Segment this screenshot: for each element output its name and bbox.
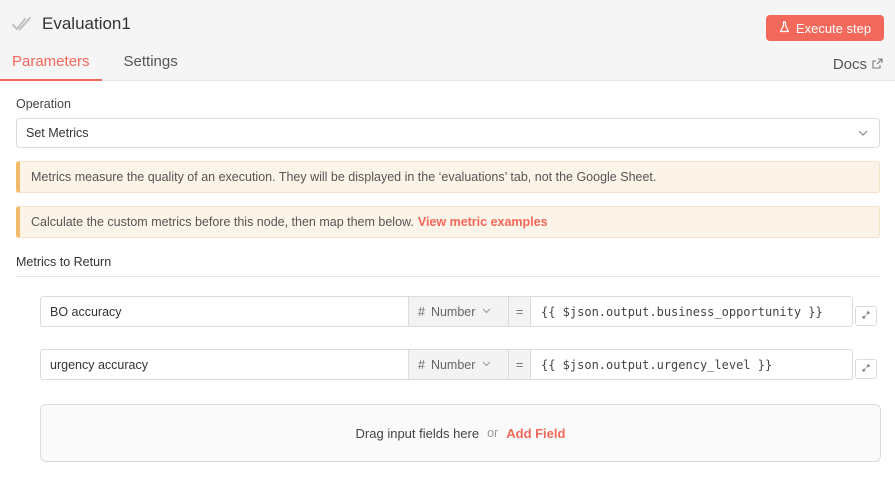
chevron-down-icon [857, 127, 869, 142]
calc-notice: Calculate the custom metrics before this… [16, 206, 880, 238]
dropzone-or: or [487, 426, 499, 440]
double-check-icon [12, 14, 32, 34]
metric-type-label: Number [430, 357, 476, 372]
docs-link[interactable]: Docs [833, 56, 883, 73]
title-row: Evaluation1 [12, 14, 131, 34]
calc-notice-text: Calculate the custom metrics before this… [31, 215, 414, 229]
operation-value: Set Metrics [26, 126, 89, 140]
expand-expression-button[interactable] [855, 306, 877, 326]
expand-expression-button[interactable] [855, 359, 877, 379]
expand-icon [861, 307, 871, 325]
node-header: Evaluation1 Execute step Parameters Sett… [0, 0, 895, 81]
metric-type-select[interactable]: # Number [409, 350, 509, 379]
metrics-label: Metrics to Return [16, 255, 880, 277]
parameters-panel: Operation Set Metrics Metrics measure th… [16, 97, 880, 277]
tab-settings[interactable]: Settings [112, 53, 190, 81]
info-notice: Metrics measure the quality of an execut… [16, 161, 880, 193]
operation-label: Operation [16, 97, 71, 111]
metric-name-input[interactable]: BO accuracy [41, 297, 409, 326]
hash-icon: # [418, 357, 425, 372]
operation-select[interactable]: Set Metrics [16, 118, 880, 148]
add-field-button[interactable]: Add Field [506, 426, 565, 441]
field-dropzone[interactable]: Drag input fields here or Add Field [40, 404, 881, 462]
metric-name-input[interactable]: urgency accuracy [41, 350, 409, 379]
execute-step-label: Execute step [795, 20, 872, 36]
tab-bar: Parameters Settings [0, 53, 190, 81]
expand-icon [861, 360, 871, 378]
metric-type-select[interactable]: # Number [409, 297, 509, 326]
node-title[interactable]: Evaluation1 [42, 14, 131, 34]
chevron-down-icon [481, 305, 492, 319]
equals-sign: = [509, 297, 531, 326]
equals-sign: = [509, 350, 531, 379]
metric-type-label: Number [430, 304, 476, 319]
external-link-icon [872, 56, 883, 73]
info-notice-text: Metrics measure the quality of an execut… [31, 170, 657, 184]
flask-icon [779, 20, 790, 36]
metric-expression-input[interactable]: {{ $json.output.urgency_level }} [531, 350, 852, 379]
tab-parameters[interactable]: Parameters [0, 53, 102, 81]
execute-step-button[interactable]: Execute step [766, 15, 884, 41]
hash-icon: # [418, 304, 425, 319]
dropzone-text: Drag input fields here [355, 425, 480, 441]
metric-expression-input[interactable]: {{ $json.output.business_opportunity }} [531, 297, 852, 326]
view-metric-examples-link[interactable]: View metric examples [418, 215, 548, 229]
docs-label: Docs [832, 56, 867, 73]
metric-field-row: urgency accuracy # Number = {{ $json.out… [40, 349, 853, 380]
metric-field-row: BO accuracy # Number = {{ $json.output.b… [40, 296, 853, 327]
chevron-down-icon [481, 358, 492, 372]
